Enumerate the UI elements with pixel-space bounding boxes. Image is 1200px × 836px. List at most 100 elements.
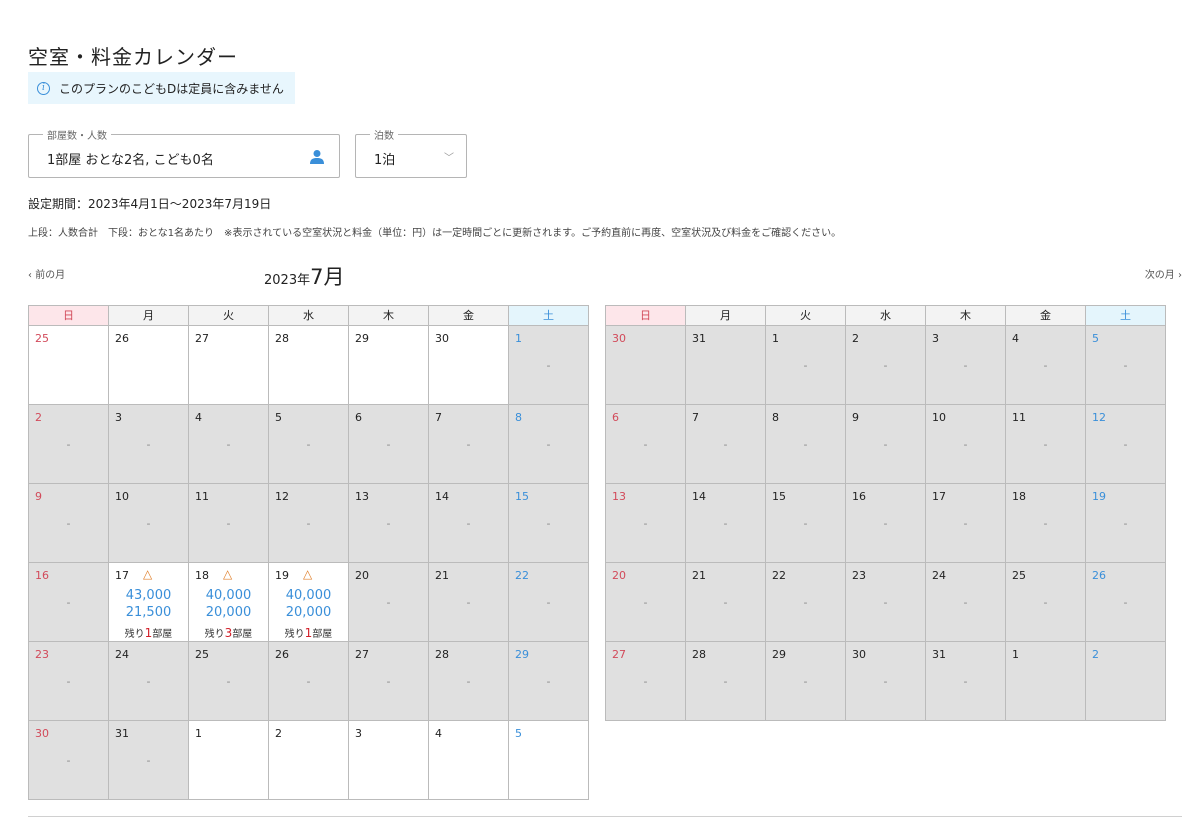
available-day-cell[interactable]: 18 △ 40,000 20,000 残り3部屋 — [189, 563, 269, 642]
unavailable-dash: - — [803, 517, 808, 530]
day-cell: 15 - — [766, 484, 846, 563]
day-cell: 8- — [766, 405, 846, 484]
unavailable-dash: - — [146, 675, 151, 688]
day-cell: 17 - — [926, 484, 1006, 563]
day-number: 20 — [355, 569, 369, 582]
day-cell: 10 - — [109, 484, 189, 563]
day-number: 25 — [1012, 569, 1026, 582]
calendar-week: 20 - 21 - 22 - 23 - 24 - 25 - 26 - — [606, 563, 1166, 642]
day-cell: 5- — [1086, 326, 1166, 405]
unavailable-dash: - — [1123, 596, 1128, 609]
day-number: 27 — [195, 332, 209, 345]
available-day-cell[interactable]: 17 △ 43,000 21,500 残り1部屋 — [109, 563, 189, 642]
day-cell: 5- — [269, 405, 349, 484]
day-number: 24 — [932, 569, 946, 582]
day-cell: 23 - — [846, 563, 926, 642]
availability-triangle-icon: △ — [143, 567, 153, 581]
day-number: 9 — [852, 411, 859, 424]
day-cell: 13 - — [606, 484, 686, 563]
day-cell: 15 - — [509, 484, 589, 563]
day-number: 26 — [1092, 569, 1106, 582]
calendar-week: 30 31 1-2-3-4-5- — [606, 326, 1166, 405]
day-number: 22 — [515, 569, 529, 582]
unavailable-dash: - — [466, 438, 471, 451]
day-cell: 4 — [429, 721, 509, 800]
day-number: 11 — [195, 490, 209, 503]
weekday-3: 水 — [269, 306, 349, 326]
day-cell: 25 - — [1006, 563, 1086, 642]
unavailable-dash: - — [1043, 517, 1048, 530]
day-cell: 3- — [926, 326, 1006, 405]
calendar-week: 23 - 24 - 25 - 26 - 27 - 28 - 29 - — [29, 642, 589, 721]
unavailable-dash: - — [306, 438, 311, 451]
unavailable-dash: - — [643, 517, 648, 530]
day-number: 2 — [275, 727, 282, 740]
rooms-legend: 部屋数・人数 — [43, 127, 111, 142]
info-icon: i — [37, 81, 50, 95]
weekday-header: 日月火水木金土 — [606, 306, 1166, 326]
prev-month-link[interactable]: ‹ 前の月 — [28, 266, 65, 281]
unavailable-dash: - — [226, 517, 231, 530]
day-cell: 27 - — [606, 642, 686, 721]
day-cell: 12 - — [269, 484, 349, 563]
plan-notice: i このプランのこどもDは定員に含みません — [28, 72, 295, 104]
day-number: 18 — [1012, 490, 1026, 503]
unavailable-dash: - — [66, 675, 71, 688]
unavailable-dash: - — [803, 675, 808, 688]
day-cell: 24 - — [109, 642, 189, 721]
rooms-remaining-prefix: 残り — [204, 629, 225, 640]
day-cell: 31 - — [109, 721, 189, 800]
day-cell: 4- — [1006, 326, 1086, 405]
unavailable-dash: - — [1123, 517, 1128, 530]
rooms-remaining-prefix: 残り — [284, 629, 305, 640]
day-cell: 29 - — [766, 642, 846, 721]
rooms-guests-selector[interactable]: 部屋数・人数 1部屋 おとな2名, こども0名 — [28, 127, 340, 178]
rooms-remaining: 残り1部屋 — [109, 625, 188, 640]
unavailable-dash: - — [963, 596, 968, 609]
day-number: 24 — [115, 648, 129, 661]
day-number: 6 — [355, 411, 362, 424]
day-cell: 22 - — [766, 563, 846, 642]
day-number: 3 — [932, 332, 939, 345]
next-month-link[interactable]: 次の月 › — [1145, 266, 1182, 281]
day-cell: 4- — [189, 405, 269, 484]
day-cell: 28 - — [429, 642, 509, 721]
day-number: 5 — [275, 411, 282, 424]
unavailable-dash: - — [963, 517, 968, 530]
weekday-6: 土 — [1086, 306, 1166, 326]
day-number: 11 — [1012, 411, 1026, 424]
total-price: 40,000 — [205, 588, 252, 603]
day-cell: 6- — [606, 405, 686, 484]
day-number: 29 — [355, 332, 369, 345]
day-cell: 11 - — [1006, 405, 1086, 484]
day-cell: 25 — [29, 326, 109, 405]
day-cell: 26 - — [1086, 563, 1166, 642]
month-number: 7月 — [310, 265, 345, 289]
day-number: 26 — [115, 332, 129, 345]
calendar-week: 9-10-11-12-13-14-15- — [29, 484, 589, 563]
unavailable-dash: - — [883, 438, 888, 451]
availability-triangle-icon: △ — [223, 567, 233, 581]
nights-legend: 泊数 — [370, 127, 398, 142]
day-cell: 21 - — [686, 563, 766, 642]
unavailable-dash: - — [66, 438, 71, 451]
calendar-week: 2-3-4-5-6-7-8- — [29, 405, 589, 484]
availability-triangle-icon: △ — [303, 567, 313, 581]
day-number: 19 — [275, 569, 289, 582]
day-number: 2 — [35, 411, 42, 424]
day-number: 21 — [692, 569, 706, 582]
unavailable-dash: - — [723, 438, 728, 451]
unavailable-dash: - — [386, 675, 391, 688]
available-day-cell[interactable]: 19 △ 40,000 20,000 残り1部屋 — [269, 563, 349, 642]
unavailable-dash: - — [643, 438, 648, 451]
unavailable-dash: - — [226, 438, 231, 451]
calendar-current-month: 日月火水木金土 25 26 27 28 29 30 1-2-3-4-5-6-7-8-9-10-… — [28, 305, 589, 800]
unavailable-dash: - — [226, 675, 231, 688]
day-cell: 26 - — [269, 642, 349, 721]
nights-selector[interactable]: 泊数 1泊 ﹀ — [355, 127, 467, 178]
day-number: 29 — [515, 648, 529, 661]
unavailable-dash: - — [1123, 438, 1128, 451]
unavailable-dash: - — [146, 438, 151, 451]
day-number: 31 — [115, 727, 129, 740]
day-cell: 3- — [109, 405, 189, 484]
